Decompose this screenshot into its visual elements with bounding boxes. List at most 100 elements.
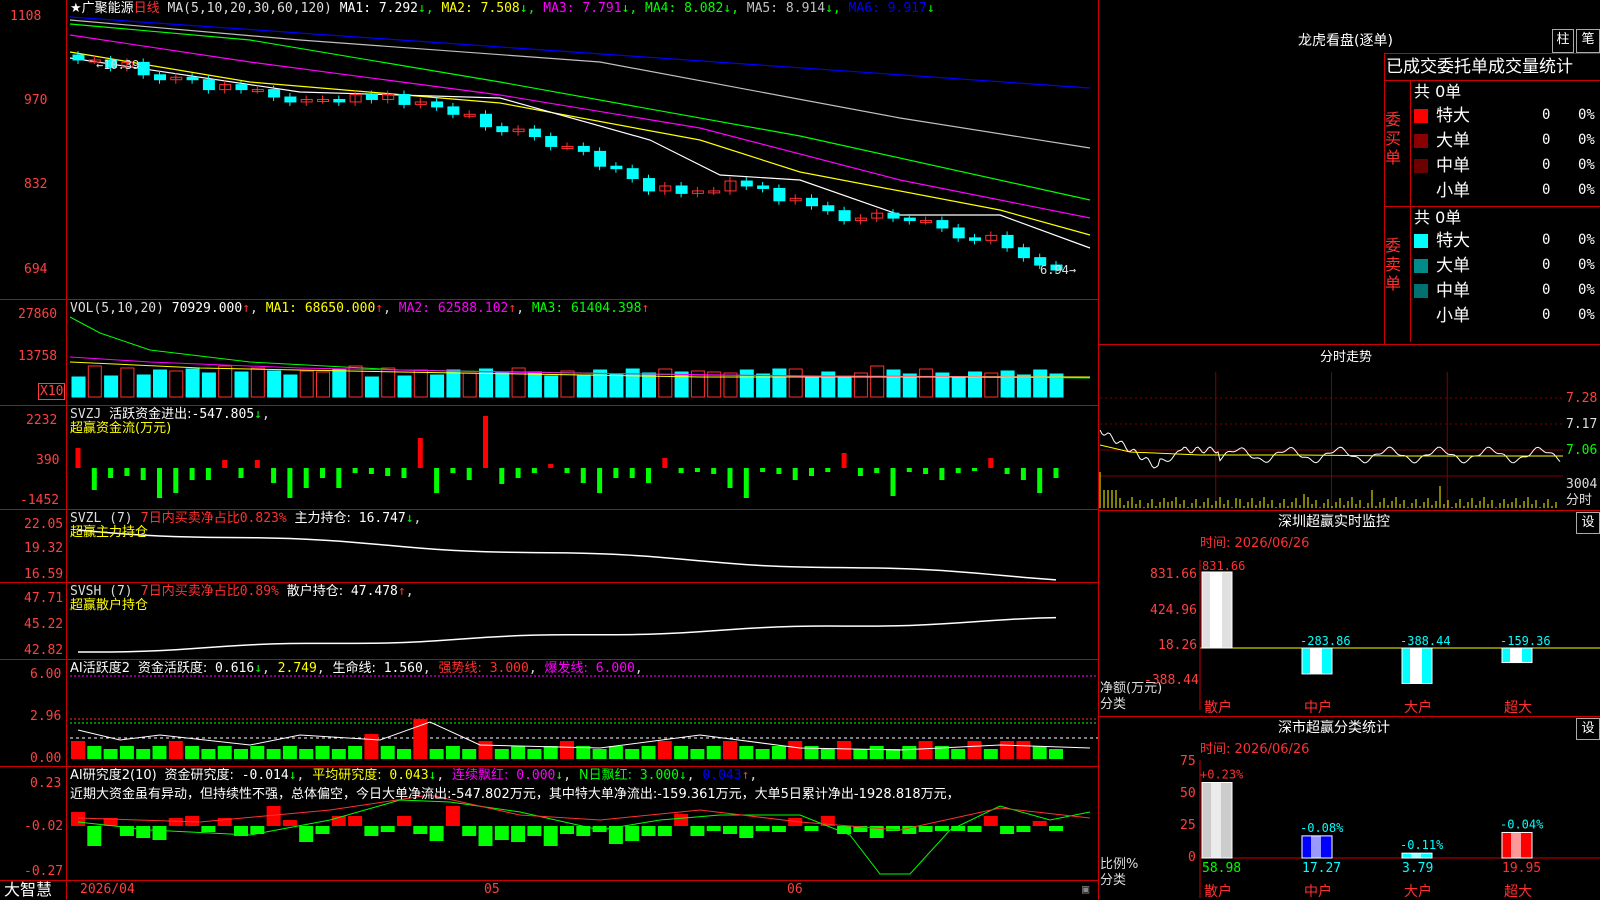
activity-bar — [1032, 746, 1047, 759]
activity-bar — [641, 746, 656, 759]
pane-divider — [0, 582, 1098, 583]
candle-body — [202, 79, 215, 91]
svzl-tick: 22.05 — [24, 517, 64, 532]
chart-canvas[interactable]: 831.66 散户 -283.86 中户 -388.44 大户 -159.36 超大 +0.23… — [0, 0, 1600, 900]
activity-bar — [103, 749, 118, 759]
activity-bar — [1000, 741, 1015, 759]
star-icon: ★ — [70, 1, 82, 16]
capital-flow-bar — [189, 468, 195, 480]
activity-bar — [625, 749, 640, 759]
research-bar — [397, 816, 411, 826]
research-bar — [983, 816, 998, 826]
activity-bar — [739, 746, 754, 759]
buy-row-label: 特大 — [1436, 106, 1470, 126]
ma-line — [69, 57, 1091, 249]
ai-research-tick: -0.27 — [24, 864, 64, 879]
candle-body — [284, 96, 297, 103]
candle-body — [887, 212, 900, 219]
candle-body — [447, 106, 460, 115]
research-bar — [413, 826, 428, 834]
order-stats-divider — [1384, 206, 1600, 207]
research-bar — [462, 826, 477, 836]
capital-flow-bar — [906, 468, 912, 472]
pane-divider — [1098, 510, 1600, 511]
candle-body — [137, 61, 150, 76]
research-bar — [168, 818, 183, 826]
svsh-tick: 45.22 — [24, 617, 64, 632]
tick-mode-button[interactable]: 笔 — [1576, 29, 1600, 53]
sz-monitor-category: 超大 — [1504, 700, 1532, 716]
buy-row-color-swatch — [1414, 134, 1428, 148]
svzl-header: SVZL (7) 7日内买卖净占比0.823% 主力持仓: 16.747↓, — [70, 511, 422, 526]
activity-bar — [299, 749, 314, 759]
capital-flow-bar — [841, 453, 847, 468]
sell-row-count: 0 — [1542, 282, 1551, 298]
candle-body — [545, 136, 558, 147]
sell-row-count: 0 — [1542, 257, 1551, 273]
sz-monitor-xlabel: 分类 — [1100, 697, 1127, 712]
capital-flow-bar — [825, 468, 831, 472]
volume-bar — [397, 375, 412, 398]
volume-bar — [658, 368, 673, 398]
candle-body — [952, 227, 965, 239]
ai-research-tick: -0.02 — [24, 819, 64, 834]
capital-flow-bar — [711, 468, 717, 474]
sz-monitor-settings-button[interactable]: 设 — [1576, 512, 1600, 534]
ai-research-tick: 0.23 — [30, 776, 62, 791]
candle-body — [398, 94, 411, 105]
capital-flow-bar — [466, 468, 472, 480]
research-bar — [348, 816, 363, 826]
sz-monitor-bar-label: -388.44 — [1400, 634, 1451, 648]
research-bar — [315, 826, 330, 834]
research-bar — [771, 826, 786, 832]
sz-classify-delta: -0.11% — [1400, 838, 1444, 852]
sz-classify-value: 3.79 — [1402, 861, 1433, 876]
vol-tick: 27860 — [18, 307, 58, 322]
sz-classify-tick: 0 — [1188, 850, 1196, 865]
order-stats-header: 已成交委托单成交量统计 — [1386, 57, 1573, 77]
volume-bar — [430, 374, 445, 398]
ma-line — [69, 23, 1091, 201]
sz-classify-tick: 50 — [1180, 786, 1196, 801]
activity-bar — [608, 746, 623, 759]
svzj-tick: -1452 — [20, 493, 60, 508]
volume-bar — [968, 371, 982, 398]
buy-row-color-swatch — [1414, 109, 1428, 123]
stock-name[interactable]: 广聚能源 — [82, 1, 134, 16]
activity-bar — [282, 746, 297, 759]
pane-divider — [1098, 344, 1600, 345]
capital-flow-bar — [434, 468, 440, 493]
bar-mode-button[interactable]: 柱 — [1552, 29, 1574, 53]
capital-flow-bar — [515, 468, 521, 478]
sz-classify-bar-highlight — [1311, 835, 1321, 858]
activity-bar — [119, 746, 134, 759]
capital-flow-bar — [157, 468, 162, 498]
ma-line — [69, 19, 1091, 149]
research-bar — [1049, 826, 1063, 831]
capital-flow-bar — [140, 468, 146, 480]
activity-bar — [788, 741, 803, 759]
svzj-tick: 2232 — [26, 413, 58, 428]
sell-row-label: 大单 — [1436, 256, 1470, 276]
sell-row-color-swatch — [1414, 234, 1428, 248]
lock-icon[interactable]: ▣ — [1082, 882, 1089, 897]
period-label[interactable]: 日线 — [134, 1, 160, 16]
buy-side-label: 委买单 — [1385, 110, 1402, 167]
capital-flow-bar — [629, 468, 635, 478]
research-bar — [445, 806, 460, 826]
price-tick: 970 — [24, 93, 48, 108]
sz-classify-bar-highlight — [1211, 782, 1221, 858]
intraday-title: 分时走势 — [1320, 350, 1373, 365]
capital-flow-bar — [336, 468, 342, 488]
activity-bar — [543, 746, 558, 759]
volume-bar — [1016, 374, 1031, 398]
candle-body — [626, 168, 639, 180]
pane-divider — [1098, 716, 1600, 717]
buy-row-count: 0 — [1542, 182, 1551, 198]
volume-bar — [527, 371, 542, 398]
candle-body — [1017, 247, 1030, 259]
sz-monitor-bar-label: -159.36 — [1500, 634, 1551, 648]
capital-flow-bar — [564, 468, 570, 473]
sz-classify-settings-button[interactable]: 设 — [1576, 718, 1600, 740]
ai-active-tick: 6.00 — [30, 667, 62, 682]
